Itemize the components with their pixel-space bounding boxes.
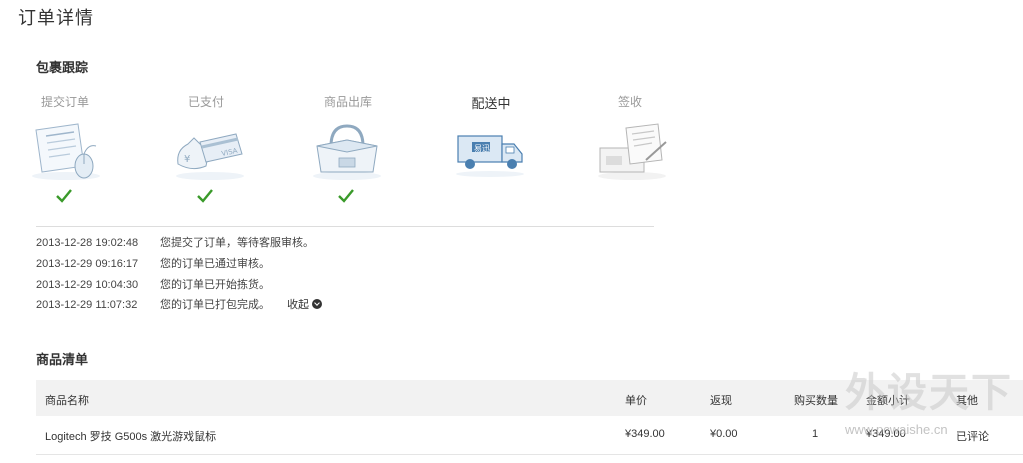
log-time: 2013-12-29 09:16:17	[36, 258, 139, 270]
log-message: 您的订单已开始拣货。	[160, 279, 270, 291]
log-message: 您的订单已打包完成。	[160, 299, 270, 311]
svg-text:¥: ¥	[184, 154, 190, 165]
step-submit-check-icon	[56, 189, 72, 203]
order-form-icon	[32, 123, 100, 180]
truck-brand-label: 易迅	[474, 144, 490, 153]
unit-price: ¥349.00	[625, 428, 665, 440]
collapse-button[interactable]: 收起	[287, 296, 323, 312]
payment-card-icon: ¥ VISA	[176, 133, 244, 180]
column-header-other: 其他	[956, 395, 978, 407]
log-time: 2013-12-29 10:04:30	[36, 279, 139, 291]
signed-document-icon	[598, 123, 667, 180]
tracking-log-row: 2013-12-28 19:02:48 您提交了订单，等待客服审核。	[36, 234, 314, 250]
items-table-header: 商品名称 单价 返现 购买数量 金额小计 其他	[36, 380, 1023, 416]
step-label-signed: 签收	[617, 95, 642, 109]
tracking-divider	[36, 226, 654, 227]
step-label-submit: 提交订单	[40, 95, 89, 109]
tracking-log-row: 2013-12-29 09:16:17 您的订单已通过审核。	[36, 255, 270, 271]
log-message: 您的订单已通过审核。	[160, 258, 270, 270]
column-header-price: 单价	[625, 395, 647, 407]
review-status-link[interactable]: 已评论	[956, 428, 989, 444]
step-label-paid: 已支付	[187, 95, 224, 109]
step-paid-check-icon	[197, 189, 213, 203]
log-time: 2013-12-28 19:02:48	[36, 237, 139, 249]
tracking-log-row: 2013-12-29 11:07:32 您的订单已打包完成。 收起	[36, 296, 323, 312]
column-header-cashback: 返现	[710, 395, 732, 407]
tracking-section-title: 包裹跟踪	[36, 60, 89, 75]
step-label-delivering: 配送中	[471, 96, 511, 111]
cashback-amount: ¥0.00	[710, 428, 738, 440]
column-header-name: 商品名称	[45, 395, 89, 407]
step-label-outbound: 商品出库	[323, 95, 372, 109]
warehouse-box-icon	[313, 124, 381, 180]
step-outbound-check-icon	[338, 189, 354, 203]
log-time: 2013-12-29 11:07:32	[36, 299, 138, 311]
collapse-label: 收起	[287, 299, 310, 311]
page-title: 订单详情	[18, 8, 94, 28]
tracking-log-row: 2013-12-29 10:04:30 您的订单已开始拣货。	[36, 276, 270, 292]
delivery-truck-icon: 易迅	[456, 135, 524, 177]
subtotal-amount: ¥349.00	[866, 428, 906, 440]
column-header-quantity: 购买数量	[794, 395, 838, 407]
chevron-down-icon	[312, 299, 323, 309]
log-message: 您提交了订单，等待客服审核。	[160, 237, 314, 249]
column-header-subtotal: 金额小计	[866, 395, 910, 407]
table-row: Logitech 罗技 G500s 激光游戏鼠标 ¥349.00 ¥0.00 1…	[36, 416, 1023, 455]
product-name-link[interactable]: Logitech 罗技 G500s 激光游戏鼠标	[45, 428, 216, 444]
items-section-title: 商品清单	[36, 352, 89, 367]
purchase-quantity: 1	[812, 428, 819, 440]
